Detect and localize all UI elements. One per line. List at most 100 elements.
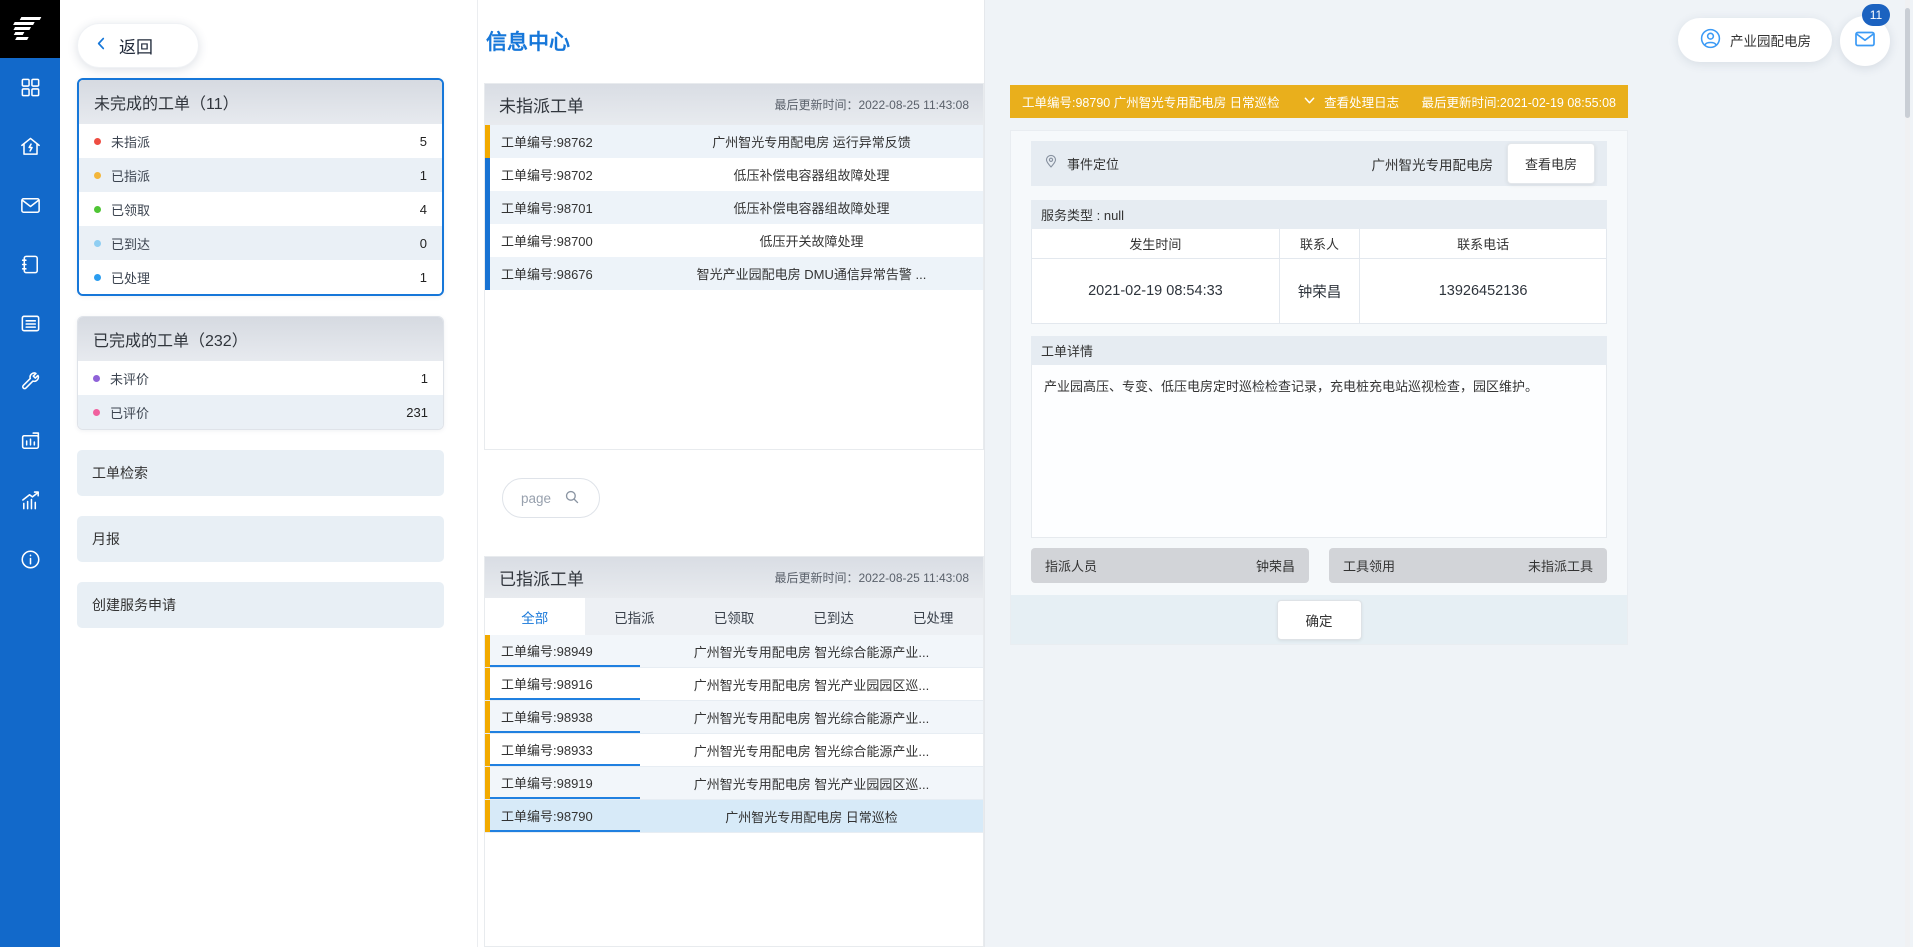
status-stat-row[interactable]: 已评价 231 bbox=[78, 395, 443, 429]
unfinished-orders-card[interactable]: 未完成的工单（11） 未指派 5 已指派 1 bbox=[77, 78, 444, 296]
finished-orders-card[interactable]: 已完成的工单（232） 未评价 1 已评价 231 bbox=[77, 316, 444, 430]
assigned-tab[interactable]: 已指派 bbox=[585, 598, 685, 635]
order-number: 工单编号:98919 bbox=[490, 767, 640, 799]
work-detail-text: 产业园高压、专变、低压电房定时巡检检查记录，充电桩充电站巡视检查，园区维护。 bbox=[1031, 365, 1607, 538]
work-order-row[interactable]: 工单编号:98701 低压补偿电容器组故障处理 bbox=[485, 191, 983, 224]
dashboard-grid-icon bbox=[19, 76, 42, 104]
brand-logo bbox=[0, 0, 60, 58]
status-stat-row[interactable]: 未评价 1 bbox=[78, 361, 443, 395]
work-order-row[interactable]: 工单编号:98949 广州智光专用配电房 智光综合能源产业... bbox=[485, 635, 983, 668]
status-label: 未评价 bbox=[110, 369, 149, 388]
status-label: 已评价 bbox=[110, 403, 149, 422]
work-order-row[interactable]: 工单编号:98933 广州智光专用配电房 智光综合能源产业... bbox=[485, 734, 983, 767]
unfinished-orders-title: 未完成的工单（11） bbox=[79, 80, 442, 124]
work-order-row[interactable]: 工单编号:98676 智光产业园配电房 DMU通信异常告警 ... bbox=[485, 257, 983, 290]
assignment-blocks: 指派人员 钟荣昌 工具领用 未指派工具 bbox=[1031, 548, 1607, 583]
status-label: 已处理 bbox=[111, 268, 150, 287]
contact-table-header: 发生时间 联系人 联系电话 bbox=[1032, 229, 1606, 259]
quick-link[interactable]: 工单检索 bbox=[77, 450, 444, 496]
sidebar-item-worklist[interactable] bbox=[0, 296, 60, 355]
home-icon bbox=[19, 135, 42, 163]
confirm-button[interactable]: 确定 bbox=[1277, 600, 1362, 640]
assignee-block: 指派人员 钟荣昌 bbox=[1031, 548, 1309, 583]
order-number: 工单编号:98938 bbox=[490, 701, 640, 733]
assigned-tab[interactable]: 已到达 bbox=[784, 598, 884, 635]
order-desc: 智光产业园配电房 DMU通信异常告警 ... bbox=[640, 264, 983, 283]
contact-table: 发生时间 联系人 联系电话 2021-02-19 08:54:33 钟荣昌 13… bbox=[1031, 229, 1607, 324]
assigned-order-list: 工单编号:98949 广州智光专用配电房 智光综合能源产业... 工单编号:98… bbox=[485, 635, 983, 833]
work-order-row[interactable]: 工单编号:98762 广州智光专用配电房 运行异常反馈 bbox=[485, 125, 983, 158]
event-location-label: 事件定位 bbox=[1067, 154, 1119, 173]
status-stat-row[interactable]: 未指派 5 bbox=[79, 124, 442, 158]
quick-link[interactable]: 创建服务申请 bbox=[77, 582, 444, 628]
work-order-row[interactable]: 工单编号:98790 广州智光专用配电房 日常巡检 bbox=[485, 800, 983, 833]
unassigned-orders-card: 未指派工单 最后更新时间：2022-08-25 11:43:08 工单编号:98… bbox=[484, 83, 984, 450]
status-stat-row[interactable]: 已处理 1 bbox=[79, 260, 442, 294]
search-icon bbox=[563, 488, 581, 509]
status-label: 已指派 bbox=[111, 166, 150, 185]
assigned-tab-label: 已处理 bbox=[913, 607, 954, 627]
scrollbar-thumb[interactable] bbox=[1905, 8, 1910, 118]
order-banner: 工单编号:98790 广州智光专用配电房 日常巡检 查看处理日志 最后更新时间:… bbox=[1010, 85, 1628, 118]
sidebar-item-info[interactable] bbox=[0, 532, 60, 591]
order-number: 工单编号:98933 bbox=[490, 734, 640, 766]
order-desc: 低压补偿电容器组故障处理 bbox=[640, 198, 983, 217]
page-search-label: page bbox=[521, 491, 551, 506]
chart-board-icon bbox=[19, 430, 42, 458]
unassigned-orders-title: 未指派工单 bbox=[499, 92, 584, 117]
mail-unread-badge: 11 bbox=[1862, 4, 1890, 26]
trend-icon bbox=[19, 489, 42, 517]
work-order-row[interactable]: 工单编号:98938 广州智光专用配电房 智光综合能源产业... bbox=[485, 701, 983, 734]
sidebar-item-report[interactable] bbox=[0, 414, 60, 473]
assigned-tab[interactable]: 已领取 bbox=[684, 598, 784, 635]
page-search[interactable]: page bbox=[502, 478, 600, 518]
contact-phone-value: 13926452136 bbox=[1359, 259, 1606, 323]
scrollbar-track[interactable] bbox=[1905, 0, 1910, 947]
back-button[interactable]: 返回 bbox=[77, 23, 199, 68]
status-count: 231 bbox=[406, 405, 428, 420]
finished-orders-list: 未评价 1 已评价 231 bbox=[78, 361, 443, 429]
sidebar-item-tools[interactable] bbox=[0, 355, 60, 414]
work-order-row[interactable]: 工单编号:98919 广州智光专用配电房 智光产业园园区巡... bbox=[485, 767, 983, 800]
panel-footer: 确定 bbox=[1011, 595, 1627, 644]
quick-link[interactable]: 月报 bbox=[77, 516, 444, 562]
sidebar-item-mail[interactable] bbox=[0, 178, 60, 237]
view-room-button[interactable]: 查看电房 bbox=[1507, 143, 1595, 184]
order-number: 工单编号:98701 bbox=[490, 191, 640, 224]
unassigned-updated-time: 最后更新时间：2022-08-25 11:43:08 bbox=[774, 96, 969, 113]
status-stat-row[interactable]: 已到达 0 bbox=[79, 226, 442, 260]
order-number: 工单编号:98916 bbox=[490, 668, 640, 700]
status-stat-row[interactable]: 已领取 4 bbox=[79, 192, 442, 226]
work-order-row[interactable]: 工单编号:98700 低压开关故障处理 bbox=[485, 224, 983, 257]
view-log-link[interactable]: 查看处理日志 bbox=[1302, 92, 1399, 111]
status-count: 1 bbox=[420, 270, 427, 285]
unfinished-orders-list: 未指派 5 已指派 1 已领取 4 bbox=[79, 124, 442, 294]
assigned-tab[interactable]: 全部 bbox=[485, 598, 585, 635]
message-center-column: 信息中心 未指派工单 最后更新时间：2022-08-25 11:43:08 工单… bbox=[477, 0, 985, 947]
sidebar-item-home[interactable] bbox=[0, 119, 60, 178]
order-desc: 低压开关故障处理 bbox=[640, 231, 983, 250]
status-label: 未指派 bbox=[111, 132, 150, 151]
wrench-icon bbox=[19, 371, 42, 399]
location-pin-icon bbox=[1043, 153, 1059, 174]
order-desc: 低压补偿电容器组故障处理 bbox=[640, 165, 983, 184]
status-label: 已到达 bbox=[111, 234, 150, 253]
sidebar-item-analytics[interactable] bbox=[0, 473, 60, 532]
sidebar-item-dashboard[interactable] bbox=[0, 60, 60, 119]
mail-icon bbox=[19, 194, 42, 222]
info-icon bbox=[19, 548, 42, 576]
view-log-label: 查看处理日志 bbox=[1324, 92, 1399, 111]
status-count: 1 bbox=[420, 168, 427, 183]
quick-link-label: 月报 bbox=[92, 529, 120, 549]
order-number: 工单编号:98762 bbox=[490, 125, 640, 158]
order-number: 工单编号:98676 bbox=[490, 257, 640, 290]
user-button[interactable]: 产业园配电房 bbox=[1678, 18, 1832, 62]
list-icon bbox=[19, 312, 42, 340]
work-order-row[interactable]: 工单编号:98916 广州智光专用配电房 智光产业园园区巡... bbox=[485, 668, 983, 701]
sidebar-item-notebook[interactable] bbox=[0, 237, 60, 296]
assigned-tab[interactable]: 已处理 bbox=[883, 598, 983, 635]
work-order-row[interactable]: 工单编号:98702 低压补偿电容器组故障处理 bbox=[485, 158, 983, 191]
event-location-value: 广州智光专用配电房 bbox=[1371, 154, 1493, 174]
quick-link-label: 创建服务申请 bbox=[92, 595, 176, 615]
status-stat-row[interactable]: 已指派 1 bbox=[79, 158, 442, 192]
